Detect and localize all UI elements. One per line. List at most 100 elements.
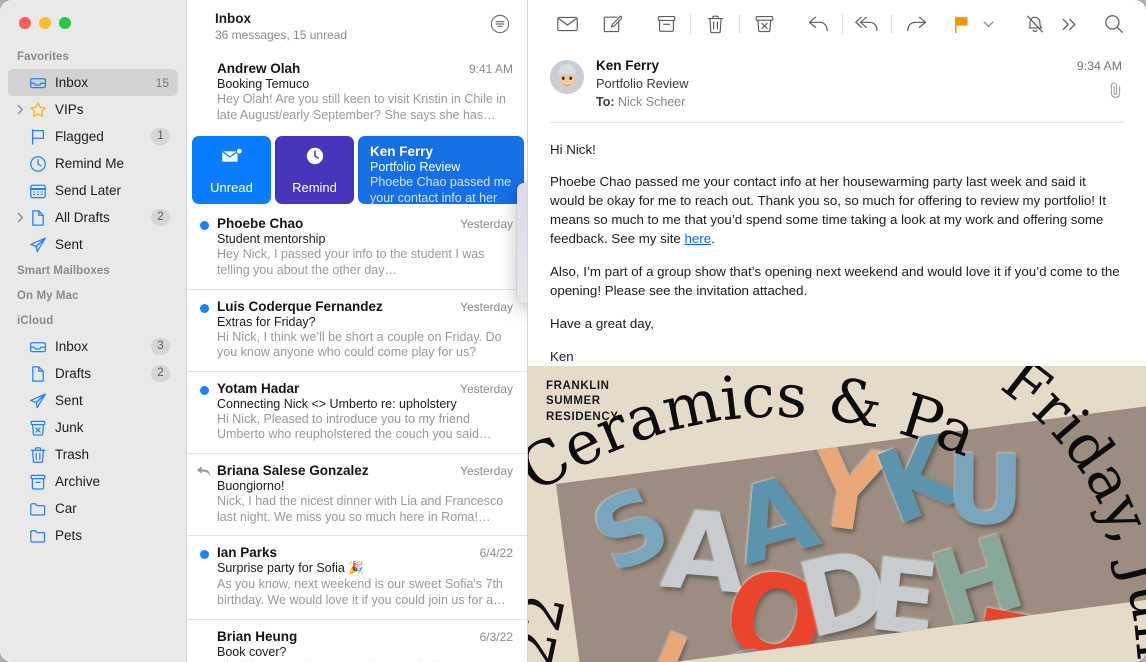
sidebar-item-label: Archive [55,474,101,489]
junk-icon [28,419,48,437]
swipe-remind-button[interactable]: Remind [275,136,354,205]
body-para1-text: Phoebe Chao passed me your contact info … [550,174,1107,246]
message-list: Inbox 36 messages, 15 unread Andrew Olah… [186,0,528,662]
message-sender: Luis Coderque Fernandez [217,298,383,314]
more-icon[interactable] [1052,9,1086,39]
message-date: 6/3/22 [479,629,513,644]
sidebar-item-remind-me[interactable]: Remind Me [8,150,178,177]
sidebar-item-archive[interactable]: Archive [8,468,178,495]
context-menu-item[interactable]: Remind me Tonight [517,215,527,242]
sidebar-item-inbox[interactable]: Inbox 3 [8,333,178,360]
message-preview: Hi Nick, Pleased to introduce you to my … [217,411,492,442]
context-menu-item[interactable]: Remind me in 1 hour [517,188,527,215]
message-subject: Buongiorno! [217,479,285,493]
table-row[interactable]: Brian Heung6/3/22Book cover?Hi Nick, so … [187,620,527,662]
sidebar-item-car[interactable]: Car [8,495,178,522]
sidebar-item-sent[interactable]: Sent [8,387,178,414]
document-icon [28,365,48,383]
unread-indicator [200,303,209,313]
sidebar-item-label: Inbox [55,339,89,354]
search-icon[interactable] [1097,9,1131,39]
sidebar-section-favorites: Favorites [17,51,70,63]
inbox-icon [28,74,48,92]
paper-plane-icon [28,236,48,254]
sidebar-item-label: Car [55,501,77,516]
message-subject: Booking Temuco [217,77,310,91]
sidebar-item-send-later[interactable]: Send Later [8,177,178,204]
message-sender: Phoebe Chao [217,216,304,232]
close-button[interactable] [19,17,31,29]
chevron-right-icon[interactable] [14,212,27,223]
sidebar-item-drafts[interactable]: Drafts 2 [8,360,178,387]
flag-icon[interactable] [944,9,978,39]
flag-icon [28,128,48,146]
clock-icon [28,155,48,173]
sidebar-item-label: Sent [55,237,83,252]
context-menu-item[interactable]: Remind me Tomorrow [517,243,527,270]
message-subject: Student mentorship [217,232,326,247]
mute-icon[interactable] [1018,9,1052,39]
poster-line-3: RESIDENCY [546,410,619,423]
table-row[interactable]: Yotam Hadar Yesterday Connecting Nick <> U… [187,372,527,454]
sidebar-item-flagged[interactable]: Flagged 1 [8,123,178,150]
sidebar-item-badge: 2 [151,365,170,382]
sidebar-item-label: Trash [55,447,90,462]
filter-icon[interactable] [488,12,512,36]
toolbar-separator [842,14,843,34]
junk-icon[interactable] [747,9,781,39]
body-greeting: Hi Nick! [550,141,596,157]
table-row[interactable]: Briana Salese Gonzalez Yesterday Buongiorn… [187,454,527,537]
attachment-poster[interactable]: FRANKLIN SUMMER RESIDENCY SAAYKUODEHLRT … [528,366,1146,662]
sidebar-item-vips[interactable]: VIPs [8,96,178,123]
swipe-remind-label: Remind [292,180,337,196]
sidebar-item-pets[interactable]: Pets [8,522,178,549]
toolbar-separator [739,14,740,34]
poster-line-1: FRANKLIN [546,380,610,392]
message-sender: Andrew Olah [217,61,301,76]
sidebar-section-on-my-mac: On My Mac [17,290,79,302]
minimize-button[interactable] [39,17,51,29]
table-row[interactable]: Luis Coderque Fernandez Yesterday Extras f… [187,290,527,372]
sidebar-item-trash[interactable]: Trash [8,441,178,468]
chevron-right-icon[interactable] [14,104,27,115]
sidebar-item-label: Flagged [55,129,104,144]
message-preview: Hi Nick, I think we’ll be short a couple… [217,329,502,360]
selected-message-row[interactable]: Ken Ferry Portfolio Review Phoebe Chao p… [358,136,524,205]
context-menu-item[interactable]: Remind me Later... [517,270,527,297]
chevron-down-icon[interactable] [978,9,998,39]
unread-indicator [200,385,209,395]
toolbar-separator [690,14,691,34]
message-preview: Hey Olah! Are you still keen to visit Kr… [217,92,507,122]
sidebar-item-junk[interactable]: Junk [8,414,178,441]
reply-all-icon[interactable] [850,9,884,39]
sidebar-item-label: Remind Me [55,156,125,171]
message-count: 36 messages, 15 unread [215,28,348,42]
archive-icon[interactable] [649,9,683,39]
message-date: 6/4/22 [479,546,513,561]
recipient-name: Nick Scheer [618,95,686,109]
sidebar-item-badge: 3 [151,338,170,355]
table-row[interactable]: Andrew Olah 9:41 AM Booking Temuco Hey O… [187,52,527,133]
selected-message-sender: Ken Ferry [370,144,434,160]
toolbar [528,0,1146,48]
mark-unread-icon[interactable] [550,9,584,39]
sidebar-item-inbox[interactable]: Inbox 15 [8,69,178,96]
zoom-button[interactable] [59,17,71,29]
sidebar-item-sent[interactable]: Sent [8,231,178,258]
sidebar-item-all-drafts[interactable]: All Drafts 2 [8,204,178,231]
swipe-unread-label: Unread [210,180,253,196]
paperclip-icon[interactable] [1077,82,1122,103]
replied-icon [196,465,211,483]
body-para1-tail: . [711,231,715,246]
sidebar: Favorites Inbox 15 VIPs Flagged 1 Remind Me Sen… [0,0,186,662]
portfolio-link[interactable]: here [685,231,712,246]
trash-icon[interactable] [698,9,732,39]
forward-icon[interactable] [899,9,933,39]
archive-icon [28,473,48,491]
compose-icon[interactable] [595,9,629,39]
swipe-unread-button[interactable]: Unread [192,136,271,205]
table-row[interactable]: Phoebe Chao Yesterday Student mentorship He… [187,207,527,290]
reply-icon[interactable] [801,9,835,39]
table-row[interactable]: Ian Parks 6/4/22 Surprise party for Sofia … [187,536,527,620]
message-date: Yesterday [460,464,513,478]
